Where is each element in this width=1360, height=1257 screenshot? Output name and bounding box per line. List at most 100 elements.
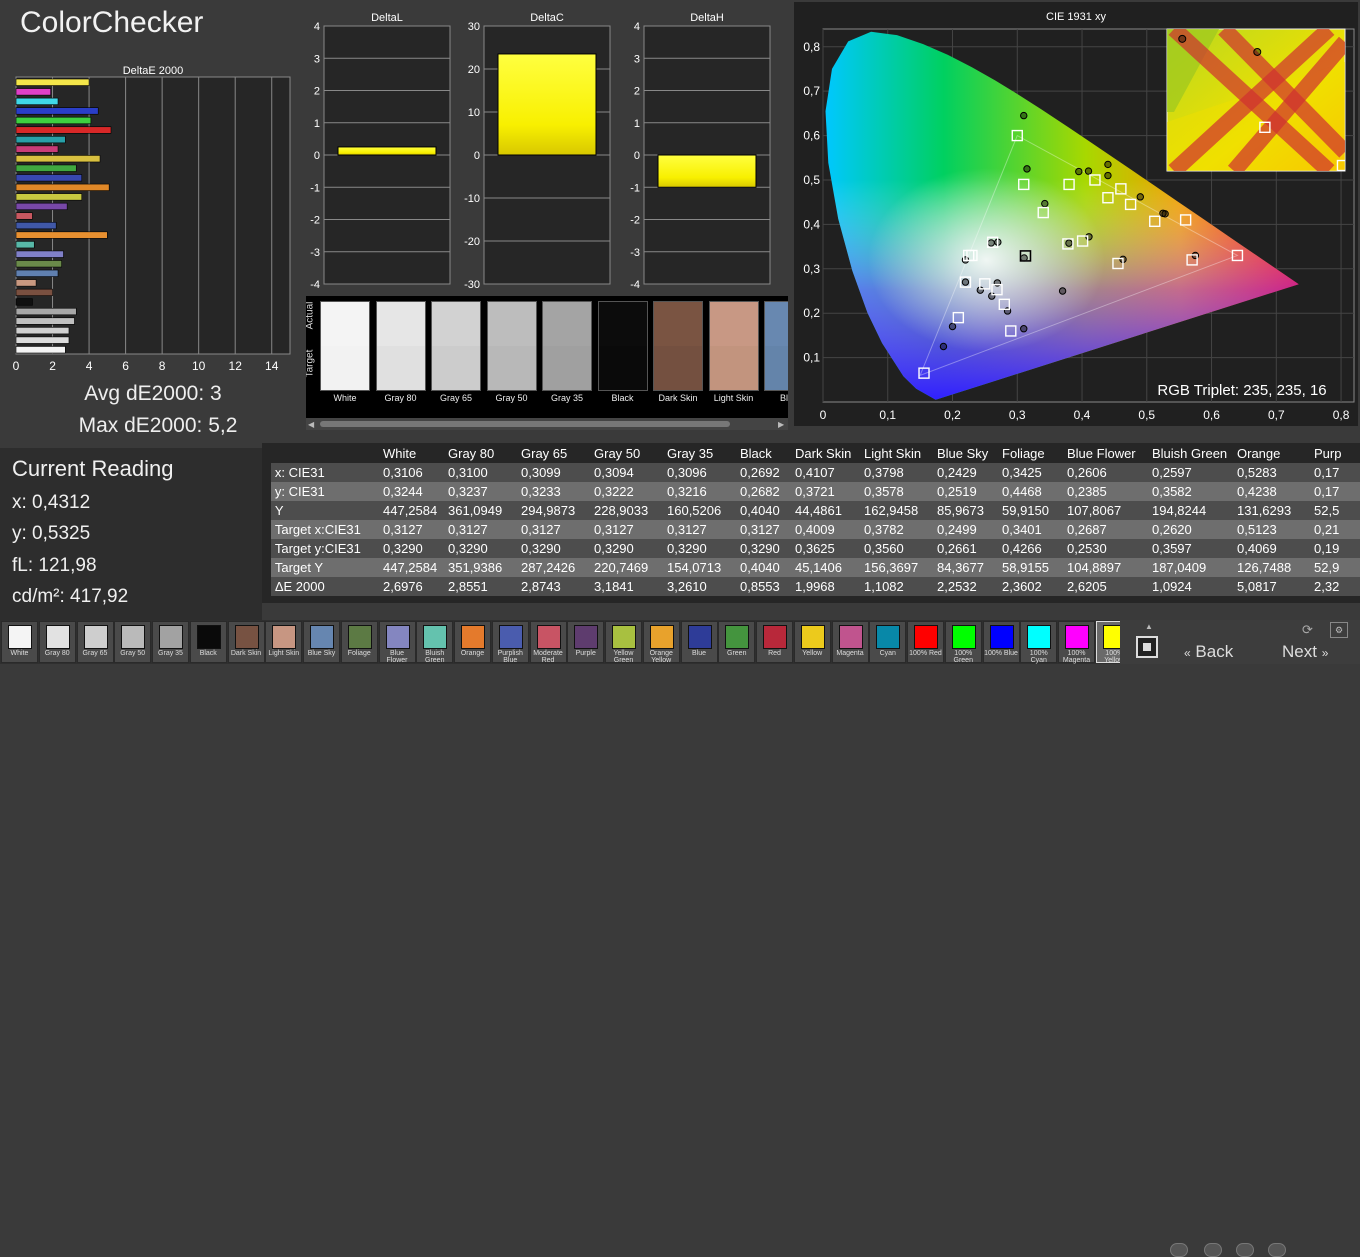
swatch-chip	[196, 625, 221, 649]
play-icon[interactable]	[1204, 1243, 1222, 1257]
table-cell: 361,0949	[444, 501, 517, 520]
patch-label: Light Skin	[713, 393, 754, 403]
de-bar	[15, 221, 57, 230]
swatch-dark-skin[interactable]: Dark Skin	[227, 621, 265, 663]
swatch-100-magenta[interactable]: 100% Magenta	[1058, 621, 1095, 664]
swatch-moderate-red[interactable]: Moderate Red	[529, 621, 567, 664]
tick-label: 0,6	[803, 129, 820, 143]
row-label: x: CIE31	[270, 463, 379, 482]
swatch-100-green[interactable]: 100% Green	[944, 621, 982, 664]
swatch-magenta[interactable]: Magenta	[831, 621, 869, 663]
column-header: Foliage	[998, 443, 1063, 463]
swatch-gray-65[interactable]: Gray 65	[76, 621, 114, 663]
chevron-left-icon: «	[1184, 646, 1191, 660]
delta-chart-title: DeltaL	[371, 12, 403, 24]
tick-label: 0,3	[1009, 408, 1026, 422]
de-bar	[15, 317, 75, 325]
table-cell: 0,3106	[379, 463, 444, 482]
swatch-green[interactable]: Green	[718, 621, 756, 663]
swatch-purple[interactable]: Purple	[567, 621, 605, 663]
swatch-yellow-green[interactable]: Yellow Green	[605, 621, 642, 664]
tick-label: 10	[192, 359, 206, 373]
swatch-blue[interactable]: Blue	[680, 621, 718, 663]
target-label: Target	[306, 349, 316, 378]
table-cell: 45,1406	[791, 558, 860, 577]
de-bar	[15, 279, 37, 287]
swatch-orange[interactable]: Orange	[454, 621, 491, 663]
tick-label: -20	[464, 236, 480, 248]
scroll-left-icon[interactable]: ◀	[308, 420, 314, 429]
tick-label: 20	[468, 64, 480, 76]
swatch-cyan[interactable]: Cyan	[869, 621, 907, 663]
swatch-white[interactable]: White	[1, 621, 38, 663]
swatch-light-skin[interactable]: Light Skin	[265, 621, 303, 663]
swatch-chip	[649, 625, 674, 649]
tick-label: 6	[122, 359, 129, 373]
column-header: Gray 50	[590, 443, 663, 463]
table-cell: 3,1841	[590, 577, 663, 596]
table-cell: 0,2661	[933, 539, 998, 558]
stop-icon[interactable]	[1170, 1243, 1188, 1257]
actual-point	[1075, 167, 1083, 176]
swatch-gray-50[interactable]: Gray 50	[114, 621, 152, 663]
save-icon[interactable]	[1236, 1243, 1254, 1257]
delta-charts: DeltaL43210-1-2-3-4DeltaC3020100-10-20-3…	[310, 12, 771, 291]
swatch-red[interactable]: Red	[756, 621, 793, 663]
patch-target	[542, 346, 592, 391]
swatch-bluish-green[interactable]: Bluish Green	[416, 621, 454, 664]
table-cell: 187,0409	[1148, 558, 1233, 577]
table-cell: 160,5206	[663, 501, 736, 520]
reading-fl: fL: 121,98	[12, 555, 97, 576]
table-row: y: CIE31 0,3244 0,3237 0,3233 0,3222 0,3216 0,…	[262, 482, 1360, 501]
table-cell: 0,17	[1310, 482, 1360, 501]
actual-point	[1159, 209, 1167, 217]
back-button[interactable]: « Back	[1184, 642, 1233, 662]
actual-point	[1020, 111, 1028, 120]
swatch-100-red[interactable]: 100% Red	[907, 621, 944, 663]
chevron-up-icon[interactable]: ▲	[1145, 622, 1153, 631]
current-reading-title: Current Reading	[12, 456, 174, 481]
next-button[interactable]: Next »	[1282, 642, 1328, 662]
swatch-label: Yellow	[802, 650, 823, 657]
swatch-yellow[interactable]: Yellow	[793, 621, 831, 663]
swatch-chip	[536, 625, 561, 649]
link-icon[interactable]	[1268, 1243, 1286, 1257]
swatch-gray-35[interactable]: Gray 35	[152, 621, 189, 663]
delta-bar	[657, 154, 757, 188]
max-de-text: Max dE2000: 5,2	[78, 414, 238, 437]
tick-label: 0	[820, 408, 827, 422]
patch-scrollbar[interactable]: ◀ ▶	[306, 418, 788, 430]
swatch-100-cyan[interactable]: 100% Cyan	[1020, 621, 1058, 664]
tick-label: -2	[310, 215, 320, 227]
table-cell: 2,2532	[933, 577, 998, 596]
stop-button[interactable]	[1136, 636, 1158, 658]
table-cell: 0,2692	[736, 463, 791, 482]
swatch-chip	[687, 625, 712, 649]
swatch-foliage[interactable]: Foliage	[340, 621, 378, 663]
table-cell: 0,3798	[860, 463, 933, 482]
swatch-blue-sky[interactable]: Blue Sky	[303, 621, 340, 663]
table-cell: 52,9	[1310, 558, 1360, 577]
scroll-right-icon[interactable]: ▶	[778, 420, 784, 429]
table-cell: 0,4238	[1233, 482, 1310, 501]
patch-target	[431, 346, 481, 391]
tick-label: -1	[310, 182, 320, 194]
cie-title: CIE 1931 xy	[1046, 11, 1106, 23]
swatch-chip	[951, 625, 976, 649]
swatch-gray-80[interactable]: Gray 80	[38, 621, 76, 663]
app-title: ColorChecker	[20, 6, 204, 39]
patch-actual	[320, 301, 370, 348]
swatch-black[interactable]: Black	[189, 621, 227, 663]
refresh-icon[interactable]: ⟳	[1302, 622, 1313, 638]
swatch-orange-yellow[interactable]: Orange Yellow	[642, 621, 680, 664]
swatch-label: Blue	[691, 650, 706, 657]
swatch-blue-flower[interactable]: Blue Flower	[378, 621, 416, 664]
swatch-purplish-blue[interactable]: Purplish Blue	[491, 621, 529, 664]
patch-label: Gray 50	[495, 393, 528, 403]
table-cell: 0,3582	[1148, 482, 1233, 501]
table-cell: 0,4107	[791, 463, 860, 482]
swatch-label: Gray 65	[82, 650, 108, 657]
scroll-thumb[interactable]	[320, 421, 730, 427]
settings-icon[interactable]: ⚙	[1330, 622, 1348, 638]
swatch-100-blue[interactable]: 100% Blue	[982, 621, 1020, 663]
